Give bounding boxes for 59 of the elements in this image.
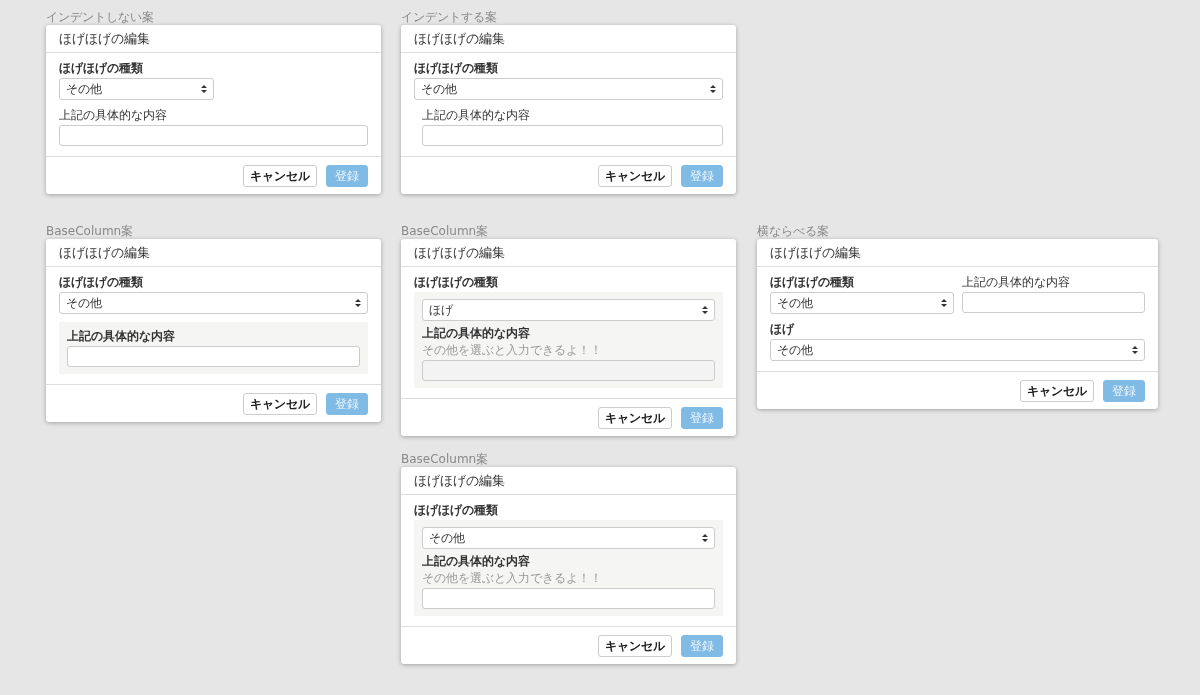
up-down-arrows-icon [702,534,708,542]
artboard-label: BaseColumn案 [401,452,490,467]
up-down-arrows-icon [201,85,207,93]
artboard-label: インデントする案 [401,10,498,25]
select-field[interactable]: その他 [770,292,954,314]
select-value: その他 [429,529,465,547]
field-label: 上記の具体的な内容 [961,275,1071,289]
dialog-title: ほげほげの編集 [414,471,505,490]
select-field[interactable]: その他 [770,339,1145,361]
text-input-field[interactable] [422,125,723,146]
text-input-field[interactable] [59,125,368,146]
up-down-arrows-icon [702,306,708,314]
cancel-button[interactable]: キャンセル [243,393,317,415]
dialog-title: ほげほげの編集 [414,243,505,262]
cancel-button[interactable]: キャンセル [598,407,672,429]
up-down-arrows-icon [710,85,716,93]
field-label: ほげほげの種類 [414,275,499,289]
text-input-field[interactable] [961,292,1145,313]
artboard-label: BaseColumn案 [401,224,490,239]
hint-text: その他を選ぶと入力できるよ！！ [422,343,603,357]
select-value: その他 [777,341,813,359]
dialog-title: ほげほげの編集 [59,29,150,48]
field-label: ほげほげの種類 [59,275,144,289]
select-value: ほげ [429,301,453,319]
dialog-title: ほげほげの編集 [770,243,861,262]
up-down-arrows-icon [1132,346,1138,354]
field-label: 上記の具体的な内容 [422,554,531,568]
field-label: ほげほげの種類 [414,503,499,517]
field-label: ほげほげの種類 [414,61,499,75]
select-value: その他 [66,294,102,312]
text-input-field[interactable] [422,588,715,609]
select-field[interactable]: その他 [59,292,368,314]
select-field[interactable]: その他 [422,527,715,549]
cancel-button[interactable]: キャンセル [243,165,317,187]
field-label: ほげほげの種類 [59,61,144,75]
text-input-field[interactable] [67,346,360,367]
field-label: 上記の具体的な内容 [67,329,176,343]
select-value: その他 [777,294,813,312]
field-label: ほげほげの種類 [770,275,855,289]
artboard-label: 横ならべる案 [757,224,830,239]
hint-text: その他を選ぶと入力できるよ！！ [422,571,603,585]
dialog-title: ほげほげの編集 [414,29,505,48]
cancel-button[interactable]: キャンセル [598,165,672,187]
select-field[interactable]: ほげ [422,299,715,321]
artboard-label: インデントしない案 [46,10,155,25]
cancel-button[interactable]: キャンセル [598,635,672,657]
field-label: 上記の具体的な内容 [422,108,531,122]
select-field[interactable]: その他 [414,78,723,100]
select-value: その他 [421,80,457,98]
up-down-arrows-icon [940,299,947,307]
field-label: 上記の具体的な内容 [59,108,168,122]
dialog-title: ほげほげの編集 [59,243,150,262]
up-down-arrows-icon [355,299,361,307]
artboard-label: BaseColumn案 [46,224,135,239]
select-field[interactable]: その他 [59,78,214,100]
field-label: ほげ [770,322,796,336]
cancel-button[interactable]: キャンセル [1020,380,1094,402]
field-label: 上記の具体的な内容 [422,326,531,340]
select-value: その他 [66,80,102,98]
